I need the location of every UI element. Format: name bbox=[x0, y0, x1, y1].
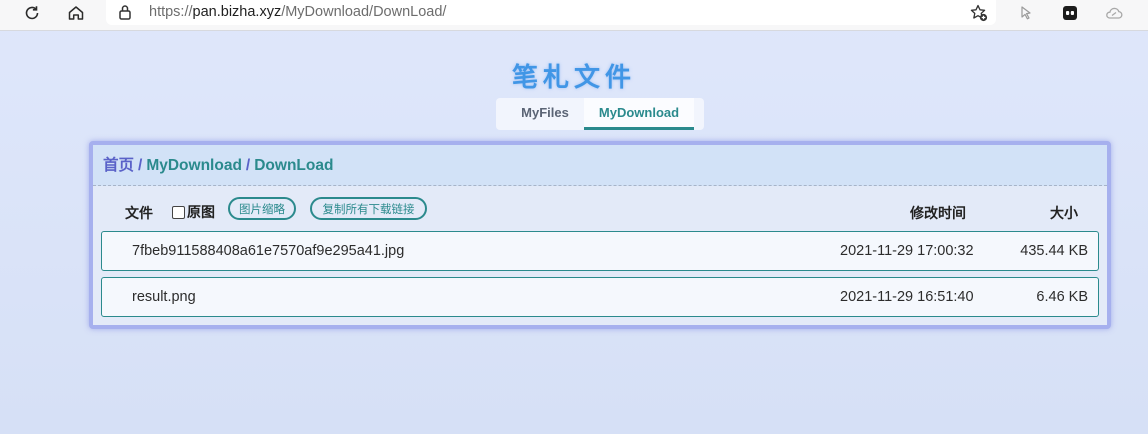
file-panel: 首页 / MyDownload / DownLoad 文件 原图 图片缩略 复制所有下载… bbox=[89, 141, 1111, 329]
refresh-icon[interactable] bbox=[17, 0, 47, 26]
original-image-checkbox[interactable] bbox=[172, 205, 185, 219]
file-modified-time: 2021-11-29 16:51:40 bbox=[840, 289, 974, 305]
file-size: 435.44 KB bbox=[1020, 243, 1088, 259]
browser-toolbar: https://pan.bizha.xyz/MyDownload/DownLoa… bbox=[0, 0, 1148, 31]
file-list-header: 文件 原图 图片缩略 复制所有下载链接 修改时间 大小 bbox=[93, 197, 1107, 227]
address-bar[interactable]: https://pan.bizha.xyz/MyDownload/DownLoa… bbox=[106, 0, 996, 25]
file-modified-time: 2021-11-29 17:00:32 bbox=[840, 243, 974, 259]
tab-mydownload[interactable]: MyDownload bbox=[584, 98, 694, 130]
file-row[interactable]: result.png 2021-11-29 16:51:40 6.46 KB bbox=[101, 277, 1099, 317]
file-name[interactable]: result.png bbox=[132, 289, 196, 305]
copy-all-links-button[interactable]: 复制所有下载链接 bbox=[310, 197, 427, 220]
breadcrumb-home-link[interactable]: 首页 bbox=[103, 157, 134, 174]
column-header-modified: 修改时间 bbox=[910, 205, 966, 221]
breadcrumb-mydownload-link[interactable]: MyDownload bbox=[146, 157, 242, 174]
column-header-file: 文件 bbox=[125, 205, 153, 221]
thumbnail-button[interactable]: 图片缩略 bbox=[228, 197, 296, 220]
file-row[interactable]: 7fbeb911588408a61e7570af9e295a41.jpg 202… bbox=[101, 231, 1099, 271]
original-image-label: 原图 bbox=[187, 204, 215, 220]
breadcrumb: 首页 / MyDownload / DownLoad bbox=[93, 145, 1107, 186]
url-text: https://pan.bizha.xyz/MyDownload/DownLoa… bbox=[149, 4, 447, 20]
breadcrumb-separator: / bbox=[138, 157, 143, 174]
home-icon[interactable] bbox=[61, 0, 91, 26]
extension-icon[interactable] bbox=[1055, 0, 1085, 26]
breadcrumb-download-link[interactable]: DownLoad bbox=[254, 157, 333, 174]
file-name[interactable]: 7fbeb911588408a61e7570af9e295a41.jpg bbox=[132, 243, 404, 259]
add-favorite-icon[interactable] bbox=[968, 2, 990, 24]
site-title: 笔札文件 bbox=[511, 63, 636, 93]
cursor-extension-icon[interactable] bbox=[1011, 0, 1041, 26]
cloud-sync-icon[interactable] bbox=[1099, 0, 1129, 26]
tab-myfiles[interactable]: MyFiles bbox=[510, 98, 580, 127]
original-image-toggle[interactable]: 原图 bbox=[172, 202, 215, 222]
tab-bar: MyFiles MyDownload bbox=[496, 98, 704, 130]
breadcrumb-separator: / bbox=[245, 157, 251, 174]
lock-icon bbox=[118, 3, 134, 21]
column-header-size: 大小 bbox=[1050, 205, 1078, 221]
file-size: 6.46 KB bbox=[1036, 289, 1088, 305]
